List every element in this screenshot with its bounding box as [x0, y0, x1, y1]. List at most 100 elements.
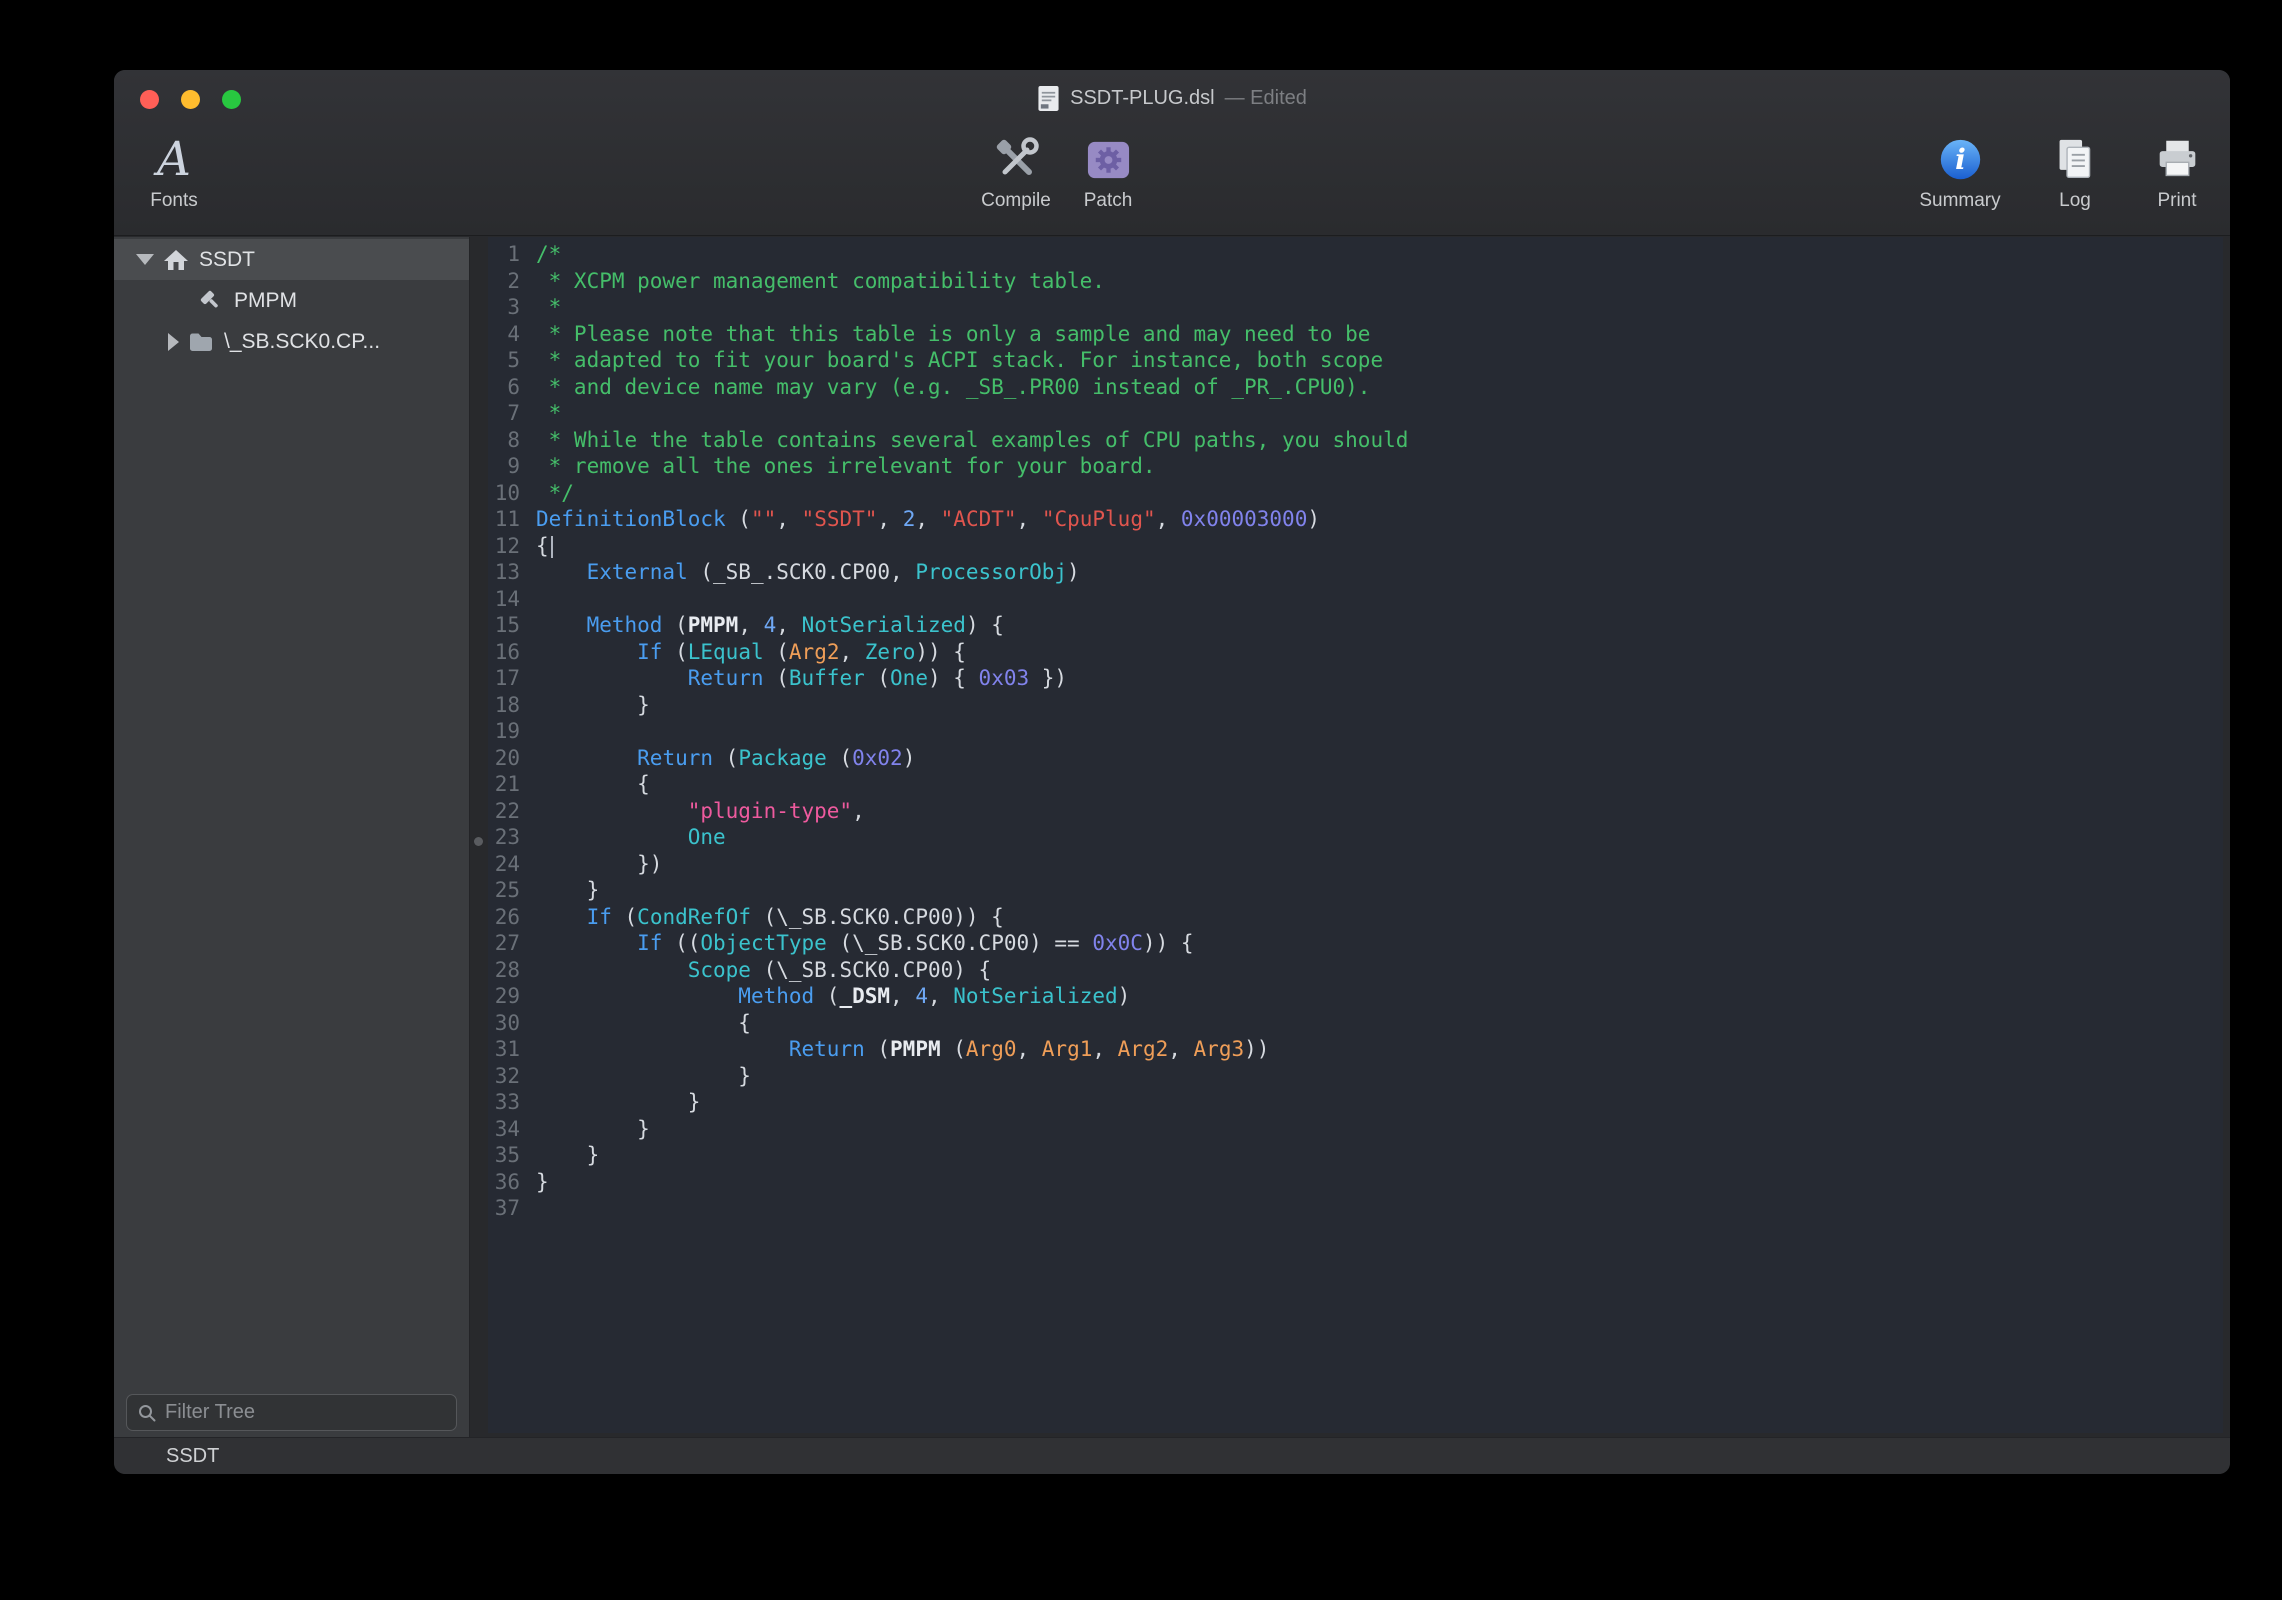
code-line: 6 * and device name may vary (e.g. _SB_.… — [488, 374, 2223, 401]
code-line: 33 } — [488, 1089, 2223, 1116]
code-line: 16 If (LEqual (Arg2, Zero)) { — [488, 639, 2223, 666]
code-text: { — [536, 533, 553, 560]
code-line: 11DefinitionBlock ("", "SSDT", 2, "ACDT"… — [488, 506, 2223, 533]
code-line: 30 { — [488, 1010, 2223, 1037]
code-text: Return (Package (0x02) — [536, 745, 915, 772]
patch-button[interactable]: Patch — [1058, 130, 1158, 212]
code-text: If (LEqual (Arg2, Zero)) { — [536, 639, 966, 666]
code-text: } — [536, 1169, 549, 1196]
line-number: 15 — [488, 612, 536, 639]
sidebar-item-pmpm[interactable]: PMPM — [114, 280, 469, 321]
minimize-button[interactable] — [181, 90, 200, 109]
fonts-label: Fonts — [150, 190, 198, 212]
split-handle[interactable] — [474, 837, 483, 846]
code-line: 26 If (CondRefOf (\_SB.SCK0.CP00)) { — [488, 904, 2223, 931]
sidebar-item-sb-sck0-cp[interactable]: \_SB.SCK0.CP... — [114, 321, 469, 362]
line-number: 3 — [488, 294, 536, 321]
line-number: 22 — [488, 798, 536, 825]
line-number: 10 — [488, 480, 536, 507]
code-text: Method (_DSM, 4, NotSerialized) — [536, 983, 1130, 1010]
line-number: 19 — [488, 718, 536, 745]
code-text: } — [536, 1063, 751, 1090]
line-number: 6 — [488, 374, 536, 401]
code-line: 22 "plugin-type", — [488, 798, 2223, 825]
code-line: 12{ — [488, 533, 2223, 560]
code-line: 28 Scope (\_SB.SCK0.CP00) { — [488, 957, 2223, 984]
window-title-text: SSDT-PLUG.dsl — [1070, 87, 1214, 110]
code-line: 34 } — [488, 1116, 2223, 1143]
code-line: 1/* — [488, 241, 2223, 268]
window-title: SSDT-PLUG.dsl — Edited — [1037, 85, 1307, 112]
window-chrome: SSDT-PLUG.dsl — Edited A Fonts Compi — [114, 70, 2230, 236]
code-text: If (CondRefOf (\_SB.SCK0.CP00)) { — [536, 904, 1004, 931]
close-button[interactable] — [140, 90, 159, 109]
search-icon — [137, 1403, 157, 1423]
line-number: 14 — [488, 586, 536, 613]
tree-item-label: \_SB.SCK0.CP... — [224, 330, 380, 354]
code-line: 31 Return (PMPM (Arg0, Arg1, Arg2, Arg3)… — [488, 1036, 2223, 1063]
code-text: } — [536, 1116, 650, 1143]
code-line: 24 }) — [488, 851, 2223, 878]
line-number: 2 — [488, 268, 536, 295]
code-line: 36} — [488, 1169, 2223, 1196]
code-text: } — [536, 692, 650, 719]
code-line: 7 * — [488, 400, 2223, 427]
line-number: 30 — [488, 1010, 536, 1037]
code-line: 8 * While the table contains several exa… — [488, 427, 2223, 454]
line-number: 7 — [488, 400, 536, 427]
code-text: * — [536, 400, 561, 427]
info-icon: i — [1938, 130, 1983, 188]
code-line: 27 If ((ObjectType (\_SB.SCK0.CP00) == 0… — [488, 930, 2223, 957]
disclosure-right-icon[interactable] — [168, 333, 179, 351]
line-number: 13 — [488, 559, 536, 586]
code-line: 35 } — [488, 1142, 2223, 1169]
code-line: 15 Method (PMPM, 4, NotSerialized) { — [488, 612, 2223, 639]
code-line: 4 * Please note that this table is only … — [488, 321, 2223, 348]
line-number: 28 — [488, 957, 536, 984]
line-number: 18 — [488, 692, 536, 719]
log-button[interactable]: Log — [2040, 130, 2110, 212]
fonts-button[interactable]: A Fonts — [124, 130, 224, 212]
code-line: 37 — [488, 1195, 2223, 1222]
code-line: 13 External (_SB_.SCK0.CP00, ProcessorOb… — [488, 559, 2223, 586]
filter-field[interactable] — [126, 1394, 457, 1431]
summary-button[interactable]: i Summary — [1910, 130, 2010, 212]
line-number: 27 — [488, 930, 536, 957]
disclosure-down-icon[interactable] — [136, 254, 154, 265]
code-text: * While the table contains several examp… — [536, 427, 1408, 454]
code-text: /* — [536, 241, 561, 268]
fonts-icon: A — [157, 136, 191, 183]
code-text: }) — [536, 851, 662, 878]
code-text: DefinitionBlock ("", "SSDT", 2, "ACDT", … — [536, 506, 1320, 533]
patch-label: Patch — [1084, 190, 1133, 212]
split-divider[interactable] — [470, 237, 488, 1437]
code-text: */ — [536, 480, 574, 507]
summary-label: Summary — [1919, 190, 2000, 212]
log-label: Log — [2059, 190, 2091, 212]
compile-button[interactable]: Compile — [966, 130, 1066, 212]
titlebar[interactable]: SSDT-PLUG.dsl — Edited — [114, 70, 2230, 126]
sidebar-item-ssdt[interactable]: SSDT — [114, 239, 469, 280]
line-number: 12 — [488, 533, 536, 560]
zoom-button[interactable] — [222, 90, 241, 109]
line-number: 31 — [488, 1036, 536, 1063]
traffic-lights — [140, 90, 263, 109]
code-text: Method (PMPM, 4, NotSerialized) { — [536, 612, 1004, 639]
code-line: 23 One — [488, 824, 2223, 851]
code-line: 29 Method (_DSM, 4, NotSerialized) — [488, 983, 2223, 1010]
code-line: 21 { — [488, 771, 2223, 798]
code-text: One — [536, 824, 726, 851]
line-number: 20 — [488, 745, 536, 772]
print-button[interactable]: Print — [2140, 130, 2214, 212]
line-number: 21 — [488, 771, 536, 798]
navigation-tree: SSDT PMPM — [114, 237, 469, 362]
filter-tree-input[interactable] — [165, 1401, 446, 1424]
code-editor[interactable]: 1/*2 * XCPM power management compatibili… — [488, 237, 2223, 1433]
patch-gear-icon — [1085, 130, 1132, 188]
code-text: { — [536, 1010, 751, 1037]
line-number: 9 — [488, 453, 536, 480]
code-text: } — [536, 1089, 700, 1116]
code-line: 5 * adapted to fit your board's ACPI sta… — [488, 347, 2223, 374]
code-text: } — [536, 1142, 599, 1169]
code-line: 2 * XCPM power management compatibility … — [488, 268, 2223, 295]
